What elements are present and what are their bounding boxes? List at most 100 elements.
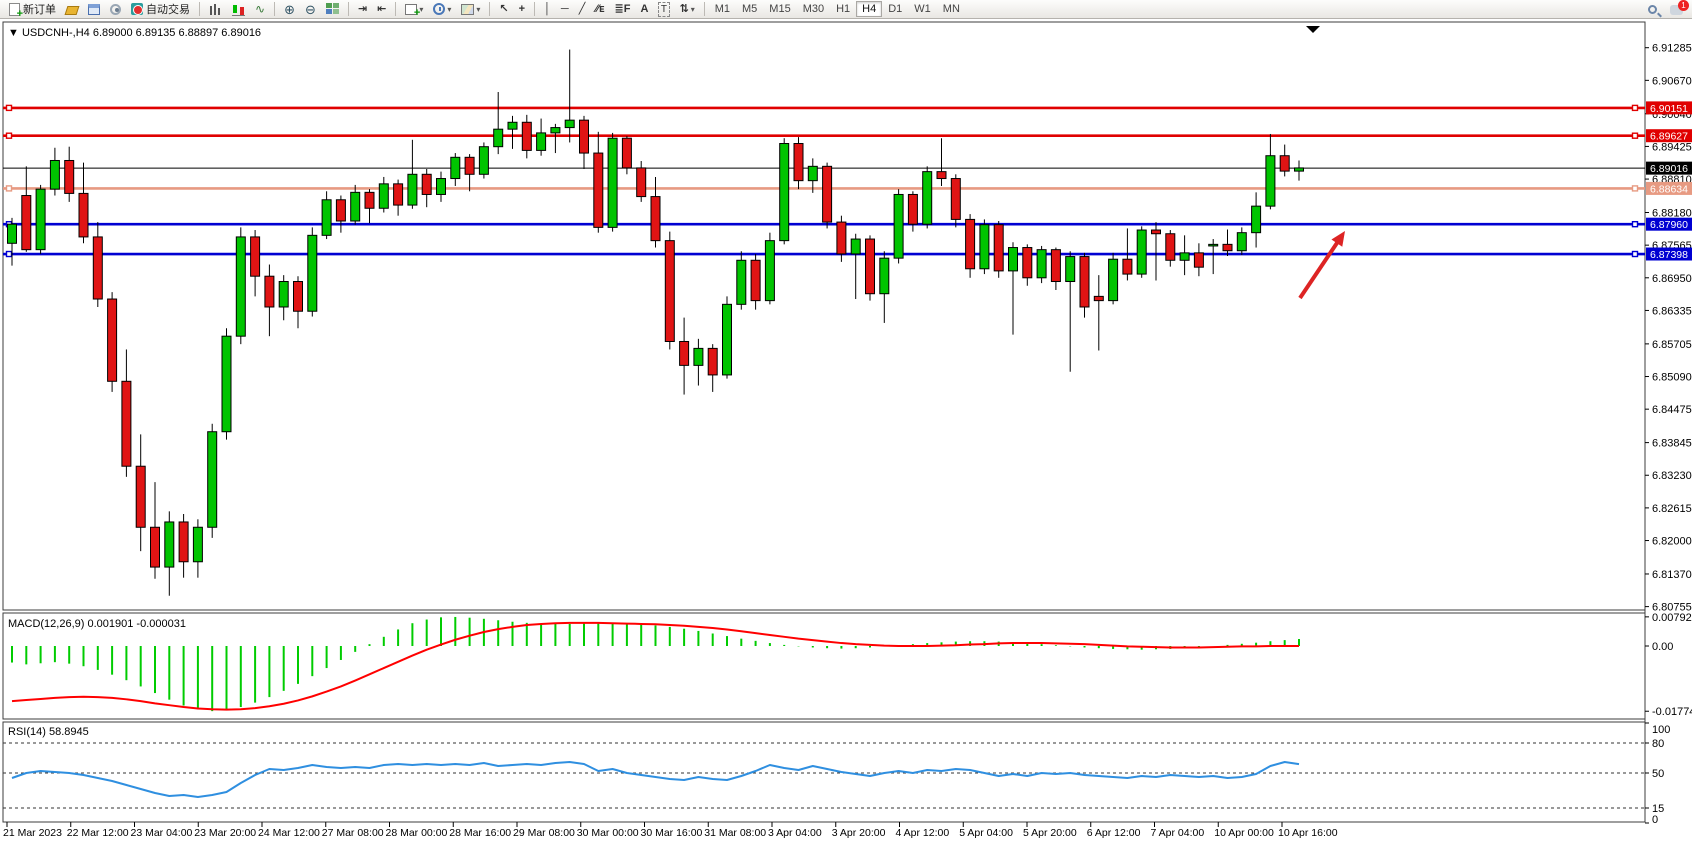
price-tick-label: 6.81370 <box>1652 569 1692 581</box>
chart-window-button[interactable] <box>84 1 104 18</box>
candle <box>451 157 460 178</box>
timeframe-h1-button[interactable]: H1 <box>830 1 856 17</box>
chat-button[interactable]: 1 <box>1666 1 1687 18</box>
new-order-icon <box>9 3 20 16</box>
cursor-button[interactable]: ↖ <box>495 1 512 18</box>
chevron-down-icon[interactable]: ▾ <box>691 5 695 14</box>
candle <box>980 225 989 269</box>
candle <box>136 466 145 527</box>
search-button[interactable] <box>1644 1 1664 18</box>
arrows-icon: ⇅ <box>680 3 689 16</box>
time-axis-label: 6 Apr 12:00 <box>1087 827 1141 839</box>
toolbar-separator <box>395 2 396 16</box>
arrows-button[interactable]: ⇅▾ <box>676 1 699 18</box>
line-handle[interactable] <box>1633 186 1638 191</box>
time-axis-label: 21 Mar 2023 <box>3 827 62 839</box>
horizontal-line-button[interactable]: ─ <box>557 1 573 18</box>
candle <box>1066 257 1075 282</box>
macd-panel[interactable] <box>3 613 1645 719</box>
line-handle[interactable] <box>1633 133 1638 138</box>
candle <box>708 348 717 375</box>
price-chart-svg[interactable]: 6.912856.906706.900406.894256.888106.881… <box>0 19 1692 846</box>
time-axis-label: 5 Apr 04:00 <box>959 827 1013 839</box>
timeframe-mn-button[interactable]: MN <box>937 1 966 17</box>
price-tick-label: 6.82615 <box>1652 503 1692 515</box>
timeframe-h4-button[interactable]: H4 <box>856 1 882 17</box>
time-axis-label: 31 Mar 08:00 <box>704 827 766 839</box>
template-button[interactable]: ▾ <box>457 1 484 18</box>
candle <box>551 128 560 133</box>
trendline-button[interactable]: ╱ <box>575 1 590 18</box>
timeframe-m30-button[interactable]: M30 <box>797 1 830 17</box>
toolbar-separator <box>534 2 535 16</box>
line-handle[interactable] <box>1633 252 1638 257</box>
line-handle[interactable] <box>7 105 12 110</box>
candle-chart-button[interactable] <box>228 1 249 18</box>
candle <box>1123 259 1132 274</box>
timeframe-d1-button[interactable]: D1 <box>882 1 908 17</box>
timeframe-m5-button[interactable]: M5 <box>736 1 763 17</box>
text-label-button[interactable]: T <box>654 1 673 18</box>
time-axis-label: 27 Mar 08:00 <box>322 827 384 839</box>
text-button[interactable]: A <box>636 1 652 18</box>
price-tag-label: 6.90151 <box>1650 103 1688 115</box>
timeframe-w1-button[interactable]: W1 <box>908 1 937 17</box>
candle <box>1266 156 1275 206</box>
text-label-icon: T <box>658 2 669 17</box>
price-tag-label: 6.87398 <box>1650 249 1688 261</box>
candle <box>208 432 217 528</box>
crosshair-button[interactable]: + <box>515 1 529 18</box>
signal-button[interactable] <box>106 1 125 18</box>
auto-trading-button[interactable]: 自动交易 <box>127 1 194 18</box>
time-axis-label: 7 Apr 04:00 <box>1151 827 1205 839</box>
main-chart-panel[interactable] <box>3 22 1645 610</box>
fibonacci-button[interactable]: ≣F <box>611 1 635 18</box>
line-handle[interactable] <box>7 252 12 257</box>
chart-window[interactable]: 6.912856.906706.900406.894256.888106.881… <box>0 19 1692 846</box>
chevron-down-icon[interactable]: ▾ <box>447 5 451 14</box>
candle <box>151 527 160 567</box>
time-axis-label: 23 Mar 04:00 <box>131 827 193 839</box>
bar-chart-button[interactable] <box>205 1 226 18</box>
candle <box>608 138 617 227</box>
candle <box>1080 257 1089 307</box>
candle <box>994 225 1003 271</box>
scroll-to-end-icon: ⇥ <box>358 3 367 16</box>
candle <box>322 200 331 236</box>
line-chart-icon: ∿ <box>255 3 265 16</box>
equidistant-channel-button[interactable]: ⁄⁄ᴇ <box>591 1 608 18</box>
chart-window-icon <box>88 4 100 15</box>
candle <box>108 299 117 381</box>
candle <box>565 120 574 127</box>
zoom-in-button[interactable]: ⊕ <box>280 1 299 18</box>
timeframe-m1-button[interactable]: M1 <box>709 1 736 17</box>
new-chart-button[interactable]: ▾ <box>401 1 427 18</box>
line-handle[interactable] <box>1633 222 1638 227</box>
zoom-out-button[interactable]: ⊖ <box>301 1 320 18</box>
price-tag-label: 6.87960 <box>1650 219 1688 231</box>
line-handle[interactable] <box>7 186 12 191</box>
new-order-button[interactable]: 新订单 <box>5 1 60 18</box>
line-chart-button[interactable]: ∿ <box>251 1 269 18</box>
line-handle[interactable] <box>7 133 12 138</box>
candle <box>651 197 660 241</box>
vertical-line-button[interactable]: │ <box>540 1 555 18</box>
scroll-to-end-button[interactable]: ⇥ <box>354 1 371 18</box>
candle <box>508 122 517 129</box>
time-axis-label: 4 Apr 12:00 <box>896 827 950 839</box>
candle <box>365 192 374 208</box>
chart-shift-icon: ⇤ <box>377 3 386 16</box>
rsi-panel[interactable] <box>3 722 1645 822</box>
line-handle[interactable] <box>1633 105 1638 110</box>
candle <box>694 348 703 365</box>
time-axis-label: 30 Mar 16:00 <box>641 827 703 839</box>
highlight-button[interactable] <box>62 1 82 18</box>
timeframe-m15-button[interactable]: M15 <box>763 1 796 17</box>
chart-shift-button[interactable]: ⇤ <box>373 1 390 18</box>
rsi-label: RSI(14) 58.8945 <box>8 726 89 738</box>
period-button[interactable]: ▾ <box>429 1 455 18</box>
rsi-axis-label: 100 <box>1652 724 1670 736</box>
tile-windows-button[interactable] <box>322 1 343 18</box>
candle <box>1237 233 1246 251</box>
chevron-down-icon[interactable]: ▾ <box>476 5 480 14</box>
